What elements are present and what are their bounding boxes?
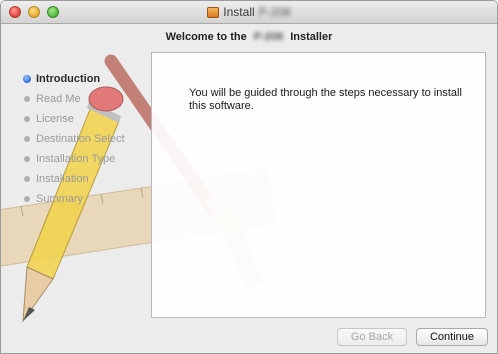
intro-message: You will be guided through the steps nec… [189, 87, 462, 112]
step-summary: Summary [24, 189, 125, 209]
step-label: Installation Type [36, 153, 116, 165]
step-bullet-icon [24, 196, 30, 202]
step-label: Destination Select [36, 133, 125, 145]
go-back-button[interactable]: Go Back [337, 328, 407, 346]
current-step-icon [23, 75, 31, 83]
continue-button[interactable]: Continue [416, 328, 488, 346]
window-title: Install P-208 [1, 1, 497, 23]
step-bullet-icon [24, 116, 30, 122]
step-read-me: Read Me [24, 89, 125, 109]
step-license: License [24, 109, 125, 129]
package-icon [207, 6, 220, 18]
content-panel: You will be guided through the steps nec… [151, 52, 486, 318]
step-destination-select: Destination Select [24, 129, 125, 149]
title-bar[interactable]: Install P-208 [1, 1, 497, 24]
installer-window: Install P-208 Welcome to the P-208 Insta… [0, 0, 498, 354]
step-label: Installation [36, 173, 89, 185]
step-bullet-icon [24, 176, 30, 182]
step-bullet-icon [24, 96, 30, 102]
step-bullet-icon [24, 136, 30, 142]
step-installation: Installation [24, 169, 125, 189]
step-label: Summary [36, 193, 84, 205]
step-label: Introduction [36, 73, 101, 85]
step-bullet-icon [24, 156, 30, 162]
window-title-prefix: Install [223, 5, 255, 19]
step-introduction: Introduction [23, 69, 125, 89]
window-title-product: P-208 [258, 5, 291, 19]
installer-steps: Introduction Read Me License Destination… [23, 69, 125, 209]
step-installation-type: Installation Type [24, 149, 125, 169]
step-label: License [36, 113, 74, 125]
step-label: Read Me [36, 93, 81, 105]
